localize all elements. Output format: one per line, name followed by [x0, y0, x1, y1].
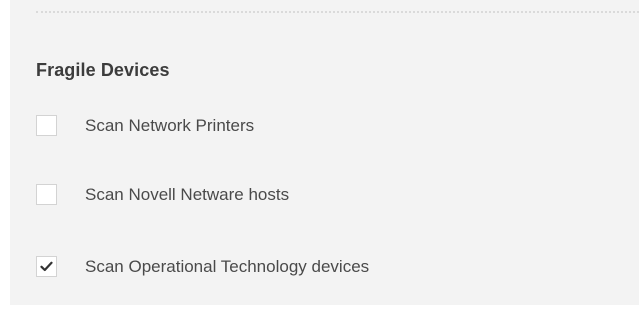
scan-novell-netware-hosts-option[interactable]: Scan Novell Netware hosts — [36, 184, 289, 205]
scan-operational-technology-devices-option[interactable]: Scan Operational Technology devices — [36, 256, 369, 277]
scan-operational-technology-devices-checkbox[interactable] — [36, 256, 57, 277]
scan-network-printers-option[interactable]: Scan Network Printers — [36, 115, 254, 136]
scan-novell-netware-hosts-label[interactable]: Scan Novell Netware hosts — [85, 185, 289, 205]
section-title: Fragile Devices — [36, 60, 170, 80]
scan-operational-technology-devices-label[interactable]: Scan Operational Technology devices — [85, 257, 369, 277]
fragile-devices-panel: Fragile Devices Scan Network Printers Sc… — [10, 0, 639, 305]
scan-novell-netware-hosts-checkbox[interactable] — [36, 184, 57, 205]
section-divider — [36, 11, 639, 13]
scan-network-printers-checkbox[interactable] — [36, 115, 57, 136]
checkmark-icon — [40, 261, 53, 272]
scan-network-printers-label[interactable]: Scan Network Printers — [85, 116, 254, 136]
